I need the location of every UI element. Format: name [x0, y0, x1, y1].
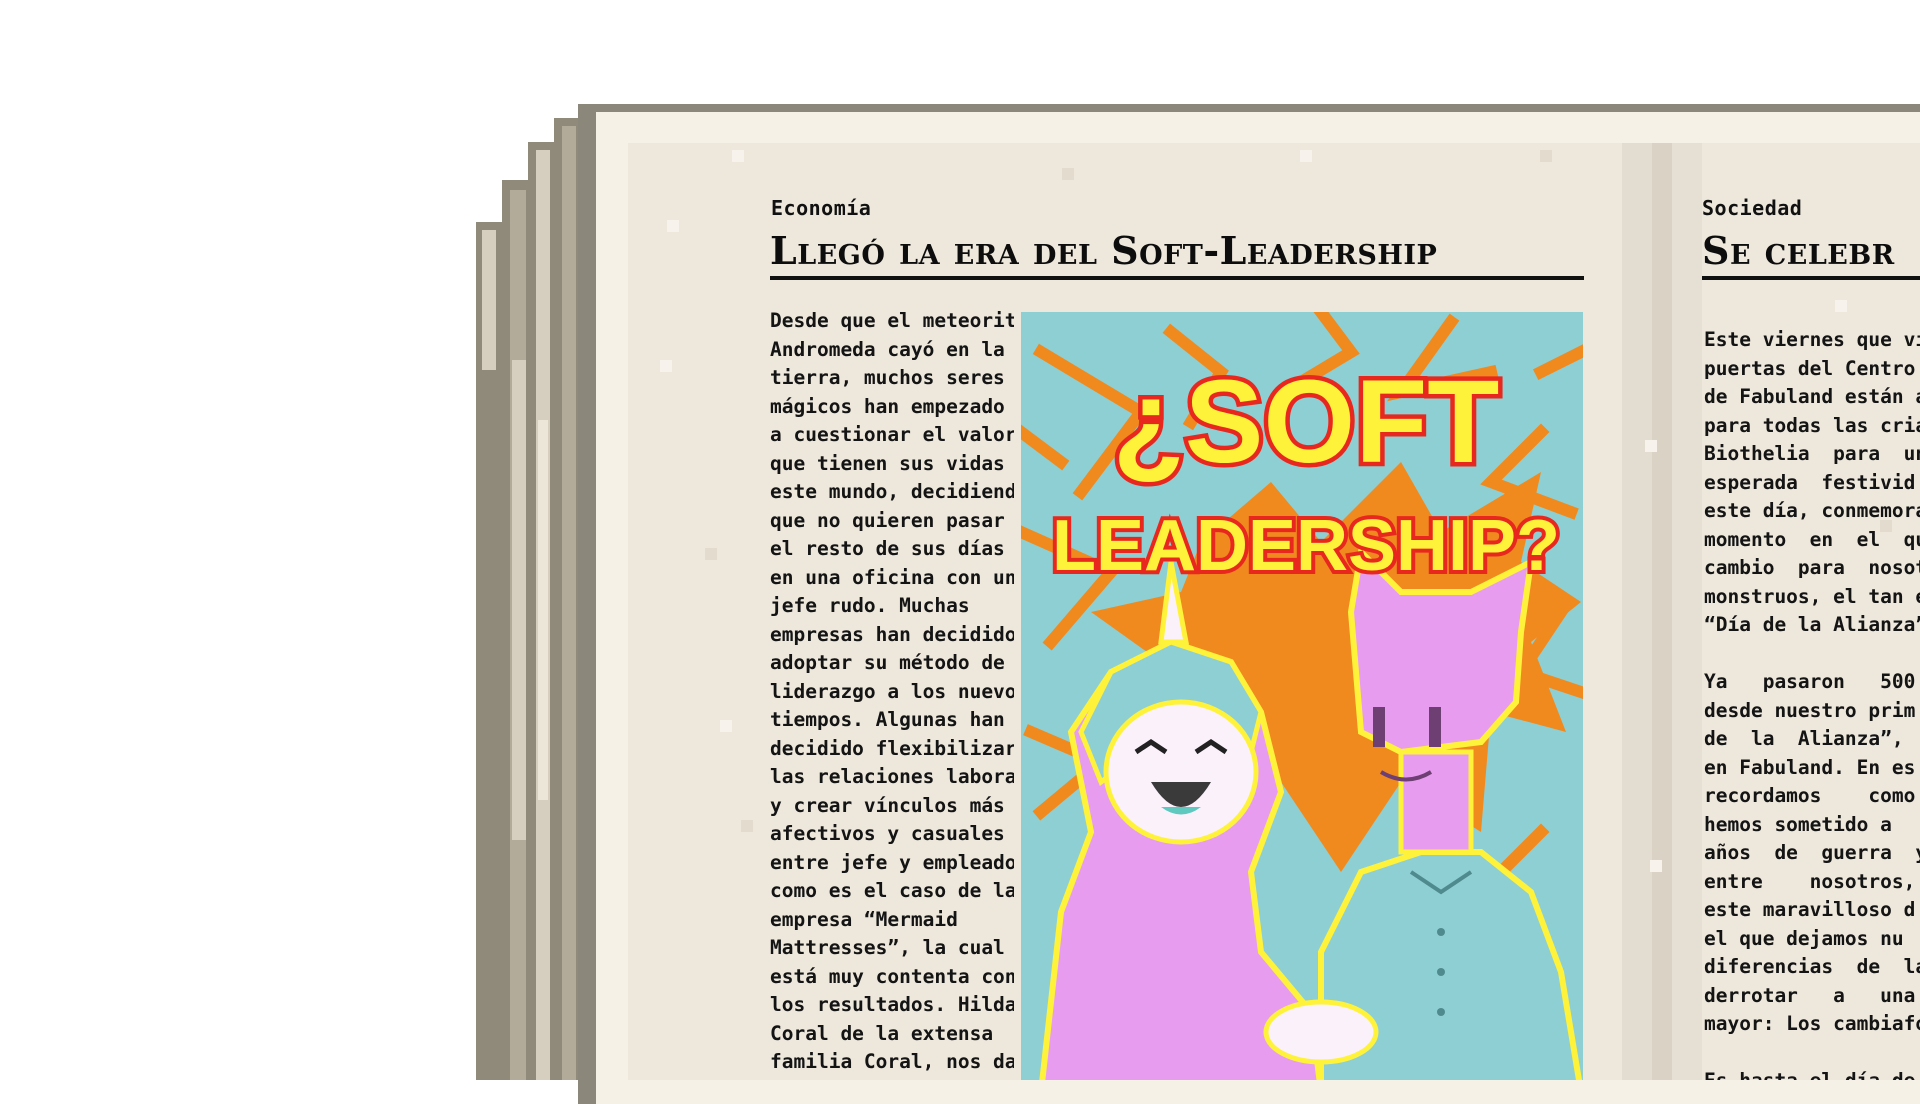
left-article-body-line: está muy contenta con: [770, 964, 1014, 988]
headline-rule-right: [1702, 276, 1920, 280]
left-article-body-line: a cuestionar el valor: [770, 423, 1014, 446]
right-article-body-line: derrotar a una: [1704, 983, 1916, 1007]
left-article-body-line: que no quieren pasar: [770, 508, 1005, 532]
left-article-body-line: jefe rudo. Muchas: [770, 594, 970, 617]
left-article-body-line: y crear vínculos más: [770, 793, 1005, 817]
headline-se-celebra: Se celebr: [1702, 228, 1895, 273]
right-article-body-line: [1704, 1039, 1920, 1068]
section-label-economia: Economía: [771, 196, 872, 220]
left-article-body-line: como es el caso de la: [770, 879, 1014, 902]
left-article-body-line: tierra, muchos seres: [770, 366, 1005, 389]
right-article-body-line: [1704, 640, 1920, 669]
article-body-right: Este viernes que vie puertas del Centro C…: [1704, 326, 1920, 1080]
right-article-body-line: esperada festivid: [1704, 470, 1916, 494]
right-article-body-line: Ya pasaron 500: [1704, 670, 1916, 693]
left-article-body-line: empresa “Mermaid: [770, 907, 958, 931]
right-article-body-line: Biothelia para un: [1704, 442, 1920, 465]
left-article-body-line: las relaciones laborales,: [770, 765, 1014, 788]
left-article-body-line: en una oficina con un: [770, 565, 1014, 589]
right-article-body-line: desde nuestro prim: [1704, 698, 1916, 722]
left-article-body-line: los resultados. Hilda: [770, 993, 1014, 1016]
left-article-body-line: mágicos han empezado: [770, 394, 1005, 418]
right-article-body-line: este maravilloso d: [1704, 898, 1916, 921]
right-article-body-line: en Fabuland. En es: [1704, 755, 1916, 779]
right-article-body-line: mayor: Los cambiafor: [1704, 1012, 1920, 1035]
left-article-body-line: Andromeda cayó en la: [770, 337, 1005, 361]
page-fold-light: [1672, 143, 1702, 1080]
right-article-body-line: años de guerra y: [1704, 841, 1920, 864]
illustration-title-line2: LEADERSHIP?: [1052, 506, 1560, 586]
right-article-body-line: monstruos, el tan es: [1704, 584, 1920, 608]
left-article-body-line: afectivos y casuales: [770, 822, 1005, 845]
illustration-title-line1: ¿SOFT: [1113, 356, 1500, 488]
headline-rule: [770, 276, 1584, 280]
left-article-body-line: el resto de sus días: [770, 537, 1005, 560]
right-article-body-line: entre nosotros,: [1704, 869, 1916, 893]
headline-soft-leadership: Llegó la era del Soft-Leadership: [770, 228, 1438, 273]
right-article-body-line: de Fabuland están a: [1704, 385, 1920, 408]
soft-leadership-illustration: ¿SOFT LEADERSHIP?: [1021, 312, 1583, 1080]
article-body-left: Desde que el meteorito Andromeda cayó en …: [770, 307, 1014, 1080]
right-article-body-line: puertas del Centro C: [1704, 356, 1920, 380]
right-article-body-line: recordamos como: [1704, 784, 1916, 807]
left-article-body-line: este mundo, decidiendo: [770, 480, 1014, 503]
section-label-sociedad: Sociedad: [1702, 196, 1803, 220]
left-article-body-line: decidido flexibilizar: [770, 736, 1014, 760]
left-article-body-line: Coral de la extensa: [770, 1021, 994, 1045]
right-article-body-line: hemos sometido a: [1704, 812, 1892, 836]
right-article-body-line: este día, conmemora: [1704, 499, 1920, 522]
page-fold: [1622, 143, 1652, 1080]
right-article-body-line: Este viernes que vie: [1704, 328, 1920, 351]
right-article-body-line: el que dejamos nu: [1704, 926, 1904, 950]
left-article-body-line: entre jefe y empleado,: [770, 850, 1014, 874]
right-article-body-line: de la Alianza”, ac: [1704, 727, 1904, 750]
left-article-body-line: adoptar su método de: [770, 651, 1005, 674]
left-article-body-line: que tienen sus vidas en: [770, 451, 1014, 475]
left-article-body-line: liderazgo a los nuevos: [770, 679, 1014, 703]
right-article-body-line: para todas las criatu: [1704, 413, 1920, 437]
right-article-body-line: Es hasta el día de h: [1704, 1067, 1920, 1080]
right-article-body-line: diferencias de lad: [1704, 955, 1920, 978]
right-article-body-line: momento en el qu: [1704, 527, 1920, 551]
left-article-body-line: Desde que el meteorito: [770, 309, 1014, 332]
right-article-body-line: cambio para nosotr: [1704, 556, 1920, 579]
left-article-body-line: empresas han decidido: [770, 622, 1014, 646]
left-article-body-line: Mattresses”, la cual: [770, 936, 1005, 959]
page-fold-shadow: [1652, 143, 1672, 1080]
left-article-body-line: familia Coral, nos da: [770, 1050, 1014, 1073]
left-article-body-line: tiempos. Algunas han: [770, 708, 1005, 731]
right-article-body-line: “Día de la Alianza”.: [1704, 613, 1920, 636]
